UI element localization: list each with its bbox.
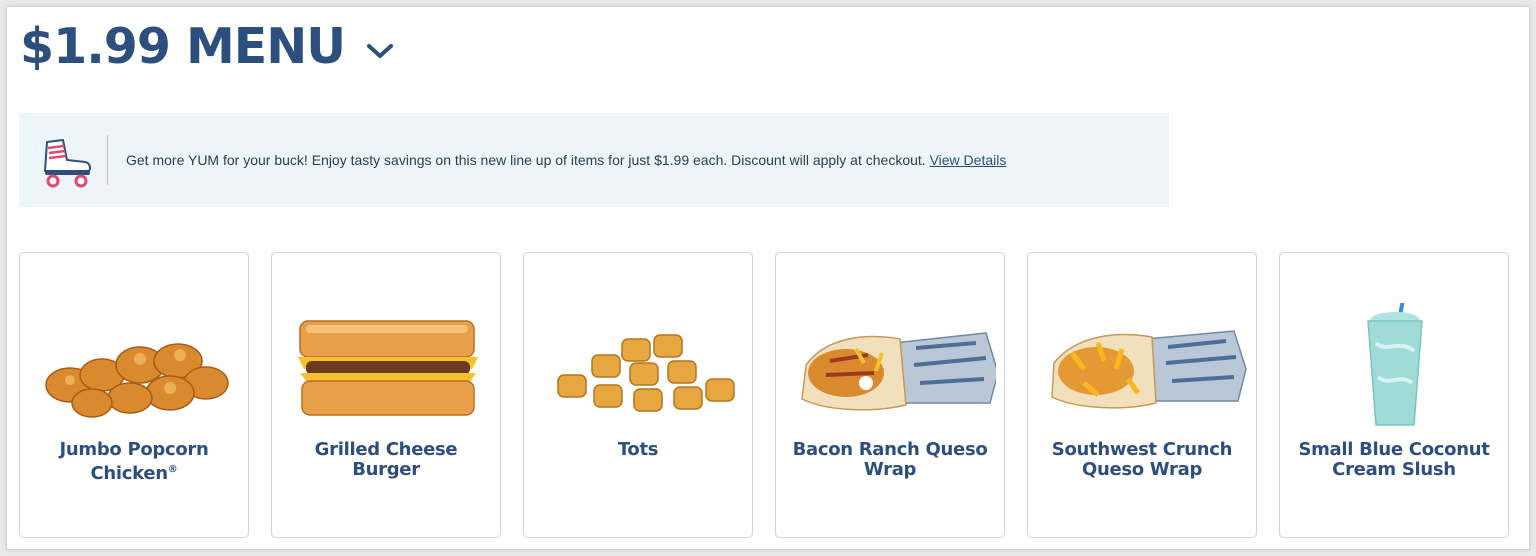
menu-item-name: Tots: [617, 439, 659, 460]
grilled-cheese-burger-image: [298, 320, 478, 416]
menu-category-toggle[interactable]: $1.99 MENU: [20, 17, 395, 77]
menu-item-name: Grilled Cheese Burger: [314, 439, 458, 480]
banner-divider: [107, 135, 108, 185]
menu-item-card[interactable]: Grilled Cheese Burger: [271, 252, 501, 538]
promo-banner: Get more YUM for your buck! Enjoy tasty …: [19, 113, 1169, 207]
menu-items-list: Jumbo Popcorn Chicken® Grilled Cheese Bu…: [19, 252, 1509, 538]
promo-text: Get more YUM for your buck! Enjoy tasty …: [126, 152, 930, 168]
menu-item-card[interactable]: Bacon Ranch Queso Wrap: [775, 252, 1005, 538]
menu-item-name: Southwest Crunch Queso Wrap: [1051, 439, 1233, 480]
view-details-link[interactable]: View Details: [930, 152, 1007, 168]
menu-item-name: Bacon Ranch Queso Wrap: [792, 439, 988, 480]
roller-skate-icon: [44, 139, 91, 188]
tots-image: [557, 334, 735, 412]
popcorn-chicken-image: [45, 343, 229, 418]
menu-item-card[interactable]: Jumbo Popcorn Chicken®: [19, 252, 249, 538]
chevron-down-icon[interactable]: [365, 41, 395, 61]
bacon-ranch-queso-wrap-image: [801, 332, 996, 411]
menu-item-card[interactable]: Tots: [523, 252, 753, 538]
menu-item-name: Jumbo Popcorn Chicken®: [59, 439, 209, 484]
menu-item-card[interactable]: Southwest Crunch Queso Wrap: [1027, 252, 1257, 538]
menu-section: $1.99 MENU Get more YUM for your buck! E…: [6, 6, 1530, 550]
menu-item-name: Small Blue Coconut Cream Slush: [1298, 439, 1490, 480]
page-title: $1.99 MENU: [20, 18, 346, 75]
promo-message: Get more YUM for your buck! Enjoy tasty …: [126, 152, 1006, 168]
southwest-crunch-queso-wrap-image: [1051, 330, 1247, 409]
blue-coconut-slush-image: [1367, 303, 1423, 426]
menu-item-card[interactable]: Small Blue Coconut Cream Slush: [1279, 252, 1509, 538]
